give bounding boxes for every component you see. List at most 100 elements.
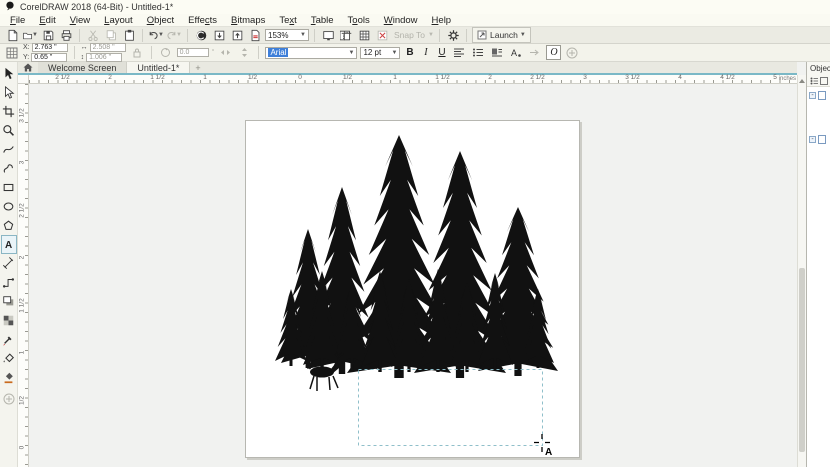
pine-trees-silhouette[interactable] [275, 135, 558, 378]
toolbar-separator [439, 29, 440, 42]
menu-text[interactable]: Text [272, 15, 303, 26]
zoom-tool[interactable] [1, 121, 17, 140]
bold-button[interactable]: B [403, 46, 416, 59]
menu-file[interactable]: File [3, 15, 32, 26]
scrollbar-thumb[interactable] [799, 268, 805, 452]
menu-layout[interactable]: Layout [97, 15, 140, 26]
h-ruler-label: 4 1/2 [720, 75, 734, 81]
menu-edit[interactable]: Edit [32, 15, 62, 26]
ruler-corner[interactable] [18, 75, 29, 84]
home-tab-button[interactable] [18, 62, 38, 73]
document-page[interactable]: A [245, 120, 580, 458]
tab-untitled-1[interactable]: Untitled-1* [127, 62, 190, 73]
collapse-icon[interactable]: - [809, 92, 816, 99]
tab-label: Untitled-1* [137, 63, 179, 73]
font-list-combobox[interactable]: Arial ▼ [265, 47, 357, 59]
shape-tool[interactable] [1, 83, 17, 102]
vertical-ruler[interactable]: 3 1/232 1/221 1/211/20 [18, 84, 29, 467]
text-frame-marquee[interactable] [359, 370, 543, 446]
degree-icon: ° [212, 49, 215, 56]
drop-shadow-tool[interactable] [1, 292, 17, 311]
crop-tool[interactable] [1, 102, 17, 121]
text-tool[interactable]: A [1, 235, 17, 254]
rectangle-tool[interactable] [1, 178, 17, 197]
docker-page-item[interactable]: - [809, 135, 826, 144]
menu-bitmaps[interactable]: Bitmaps [224, 15, 272, 26]
save-button[interactable] [40, 28, 56, 43]
collapse-icon[interactable]: - [809, 136, 816, 143]
options-button[interactable] [445, 28, 461, 43]
search-content-button[interactable] [193, 28, 209, 43]
tab-welcome-screen[interactable]: Welcome Screen [38, 62, 127, 73]
paste-button[interactable] [121, 28, 137, 43]
import-button[interactable] [211, 28, 227, 43]
drop-cap-button[interactable] [489, 45, 505, 60]
vertical-scrollbar[interactable] [797, 75, 806, 467]
color-eyedropper-tool[interactable] [1, 330, 17, 349]
fullscreen-preview-button[interactable] [320, 28, 336, 43]
menu-window[interactable]: Window [377, 15, 425, 26]
parallel-dimension-tool[interactable] [1, 254, 17, 273]
menu-tools[interactable]: Tools [341, 15, 377, 26]
zoom-level-combobox[interactable]: 153% ▼ [265, 29, 309, 41]
undo-button[interactable]: ▼ [148, 28, 164, 43]
new-tab-button[interactable]: + [190, 62, 205, 73]
toolbar-separator [466, 29, 467, 42]
object-width-field[interactable]: 2.508 " [90, 43, 126, 52]
publish-pdf-button[interactable] [247, 28, 263, 43]
chevron-down-icon: ▼ [428, 32, 434, 38]
drawing-viewport[interactable]: A [29, 84, 797, 467]
add-tools-button[interactable] [1, 389, 17, 408]
transparency-tool[interactable] [1, 311, 17, 330]
connector-tool[interactable] [1, 273, 17, 292]
add-command-button[interactable] [564, 45, 580, 60]
chevron-down-icon[interactable]: ▼ [300, 32, 306, 38]
toolbar-separator [314, 29, 315, 42]
h-ruler-label: 2 [108, 75, 112, 81]
show-rulers-button[interactable] [338, 28, 354, 43]
menu-view[interactable]: View [63, 15, 97, 26]
x-position-field[interactable]: 2.763 " [32, 43, 68, 52]
artistic-media-tool[interactable] [1, 159, 17, 178]
h-ruler-label: 1 1/2 [150, 75, 164, 81]
italic-button[interactable]: I [419, 46, 432, 59]
ellipse-tool[interactable] [1, 197, 17, 216]
interactive-fill-tool[interactable] [1, 349, 17, 368]
pick-tool[interactable] [1, 64, 17, 83]
object-height-field[interactable]: 1.006 " [86, 53, 122, 62]
scroll-up-icon[interactable] [799, 79, 805, 83]
height-icon: ↕ [81, 54, 85, 61]
font-size-combobox[interactable]: 12 pt ▼ [360, 47, 400, 59]
print-button[interactable] [58, 28, 74, 43]
smart-fill-tool[interactable] [1, 368, 17, 387]
outline-button[interactable]: O [546, 45, 561, 60]
launch-button[interactable]: Launch ▼ [472, 27, 531, 43]
freehand-tool[interactable] [1, 140, 17, 159]
menu-effects[interactable]: Effects [181, 15, 224, 26]
export-button[interactable] [229, 28, 245, 43]
docker-page-item[interactable]: - [809, 91, 826, 100]
chevron-down-icon[interactable]: ▼ [348, 50, 354, 56]
underline-button[interactable]: U [435, 46, 448, 59]
text-alignment-button[interactable] [451, 45, 467, 60]
new-document-button[interactable] [4, 28, 20, 43]
snap-off-button[interactable] [374, 28, 390, 43]
chevron-down-icon[interactable]: ▼ [391, 50, 397, 56]
forest-artwork: A [246, 121, 579, 457]
horizontal-ruler[interactable]: inches 2 1/221 1/211/201/211 1/222 1/233… [29, 75, 797, 84]
open-button[interactable]: ▼ [22, 28, 38, 43]
rotation-angle-field[interactable]: 0.0 [177, 48, 209, 57]
menu-object[interactable]: Object [140, 15, 181, 26]
bulleted-list-button[interactable] [470, 45, 486, 60]
docker-view-icon[interactable] [810, 77, 818, 85]
character-formatting-button[interactable]: A [508, 45, 524, 60]
menu-table[interactable]: Table [304, 15, 341, 26]
docker-options-icon[interactable] [820, 77, 828, 85]
workspace: A Welcome Screen Untitled-1* + inches 2 … [0, 62, 830, 467]
y-position-field[interactable]: 0.65 " [31, 53, 67, 62]
menu-help[interactable]: Help [425, 15, 459, 26]
polygon-tool[interactable] [1, 216, 17, 235]
h-ruler-label: 4 [678, 75, 682, 81]
show-grid-button[interactable] [356, 28, 372, 43]
chevron-down-icon: ▼ [520, 32, 526, 38]
